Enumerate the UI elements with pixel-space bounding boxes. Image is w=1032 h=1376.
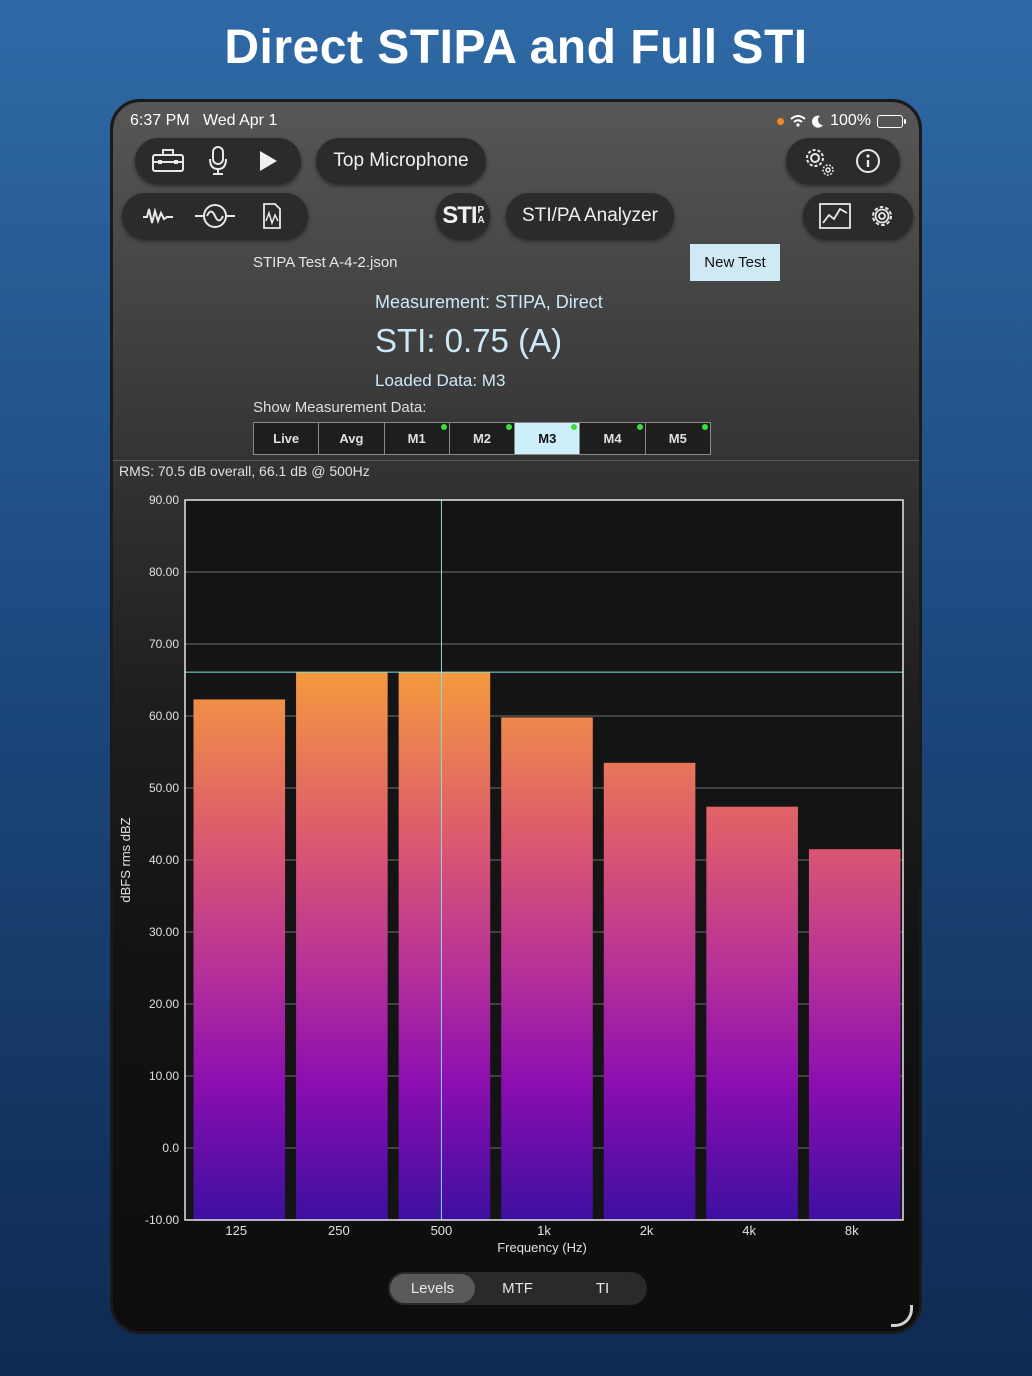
segment-avg[interactable]: Avg	[319, 423, 385, 454]
info-icon	[855, 149, 880, 173]
signal-generator-button[interactable]	[194, 196, 235, 236]
analyzer-mode-button[interactable]: STI/PA Analyzer	[506, 193, 674, 239]
x-tick-label: 1k	[537, 1223, 551, 1238]
segment-m5[interactable]: M5	[646, 423, 710, 454]
y-tick-label: 70.00	[149, 637, 179, 651]
x-tick-label: 2k	[640, 1223, 654, 1238]
bar-1k	[501, 717, 593, 1220]
x-axis-label: Frequency (Hz)	[497, 1240, 587, 1255]
wifi-icon	[790, 115, 806, 127]
sti-mode-button[interactable]: STI P A	[436, 193, 490, 239]
bar-4k	[706, 806, 798, 1220]
tab-mtf[interactable]: MTF	[475, 1274, 560, 1303]
promo-title: Direct STIPA and Full STI	[224, 21, 808, 74]
rms-readout: RMS: 70.5 dB overall, 66.1 dB @ 500Hz	[119, 463, 370, 479]
y-tick-label: 30.00	[149, 925, 179, 939]
y-tick-label: 40.00	[149, 853, 179, 867]
info-button[interactable]	[848, 141, 888, 181]
status-indicators: 100%	[777, 112, 906, 130]
sine-wave-icon	[194, 204, 235, 228]
report-button[interactable]	[252, 196, 292, 236]
view-tabs: Levels MTF TI	[388, 1272, 647, 1305]
waveform-icon	[143, 207, 174, 225]
data-present-dot	[571, 424, 578, 430]
y-tick-label: 50.00	[149, 781, 179, 795]
input-source-label: Top Microphone	[333, 150, 469, 171]
y-tick-label: 10.00	[149, 1069, 179, 1083]
battery-icon	[877, 114, 906, 128]
y-tick-label: 20.00	[149, 997, 179, 1011]
bar-250	[296, 672, 388, 1220]
app-screen: 6:37 PM Wed Apr 1 100% Top Microphone ST…	[113, 102, 919, 1331]
measurement-type: Measurement: STIPA, Direct	[375, 292, 603, 312]
tab-levels[interactable]: Levels	[390, 1274, 475, 1303]
line-chart-icon	[818, 203, 851, 229]
tablet-frame: 6:37 PM Wed Apr 1 100% Top Microphone ST…	[110, 99, 922, 1334]
input-source-button[interactable]: Top Microphone	[316, 138, 486, 184]
y-tick-label: 60.00	[149, 709, 179, 723]
sti-pa-icon: STI P A	[442, 202, 485, 229]
y-tick-label: 80.00	[149, 565, 179, 579]
play-button[interactable]	[248, 141, 288, 181]
waveform-button[interactable]	[138, 196, 178, 236]
status-bar: 6:37 PM Wed Apr 1 100%	[113, 108, 919, 132]
file-name: STIPA Test A-4-2.json	[253, 254, 398, 271]
x-tick-label: 125	[225, 1223, 247, 1238]
segment-live[interactable]: Live	[254, 423, 320, 454]
data-present-dot	[440, 424, 447, 430]
loaded-data: Loaded Data: M3	[375, 371, 506, 390]
x-tick-label: 8k	[845, 1223, 859, 1238]
segment-m2[interactable]: M2	[450, 423, 516, 454]
microphone-icon	[209, 146, 227, 175]
x-tick-label: 500	[431, 1223, 453, 1238]
segment-m4[interactable]: M4	[580, 423, 646, 454]
bar-2k	[603, 762, 696, 1220]
new-test-button[interactable]: New Test	[690, 244, 780, 281]
tool-group-1	[135, 138, 301, 184]
resize-corner-indicator	[891, 1305, 913, 1327]
x-tick-label: 4k	[742, 1223, 756, 1238]
moon-icon	[812, 115, 824, 128]
graph-button[interactable]	[815, 196, 855, 236]
tab-ti[interactable]: TI	[560, 1274, 645, 1303]
data-present-dot	[701, 424, 708, 430]
data-present-dot	[636, 424, 643, 430]
show-measurement-label: Show Measurement Data:	[253, 399, 427, 416]
status-time: 6:37 PM Wed Apr 1	[130, 112, 278, 129]
bar-500	[398, 672, 491, 1220]
gear-icon	[871, 206, 892, 226]
bar-8k	[808, 849, 901, 1220]
y-tick-label: 90.00	[149, 493, 179, 507]
y-tick-label: -10.00	[145, 1213, 179, 1227]
settings-info-group	[786, 138, 900, 184]
sti-value: STI: 0.75 (A)	[375, 322, 563, 359]
microphone-button[interactable]	[198, 141, 238, 181]
segment-m1[interactable]: M1	[385, 423, 450, 454]
section-divider	[113, 460, 919, 461]
system-settings-button[interactable]	[799, 141, 839, 181]
play-icon	[260, 151, 277, 171]
bar-125	[193, 699, 286, 1220]
levels-chart[interactable]: 90.00 80.00 70.00 60.00 50.00 40.00 30.00 20.00…	[113, 482, 919, 1262]
gears-icon	[805, 149, 834, 176]
tool-group-2	[122, 193, 308, 239]
x-tick-label: 250	[328, 1223, 350, 1238]
document-chart-icon	[262, 203, 281, 229]
data-present-dot	[506, 424, 513, 430]
y-axis-label: dBFS rms dBZ	[118, 817, 133, 902]
y-tick-label: 0.0	[162, 1141, 179, 1155]
mic-in-use-indicator	[777, 117, 785, 125]
toolbox-button[interactable]	[148, 141, 188, 181]
analyzer-settings-button[interactable]	[862, 196, 902, 236]
battery-percent: 100%	[830, 112, 871, 129]
segment-m3[interactable]: M3	[515, 423, 581, 454]
toolbox-icon	[152, 149, 184, 172]
analyzer-tools-group	[803, 193, 913, 239]
analyzer-mode-label: STI/PA Analyzer	[522, 205, 658, 226]
measurement-selector: Live Avg M1 M2 M3 M4 M5	[253, 422, 711, 455]
